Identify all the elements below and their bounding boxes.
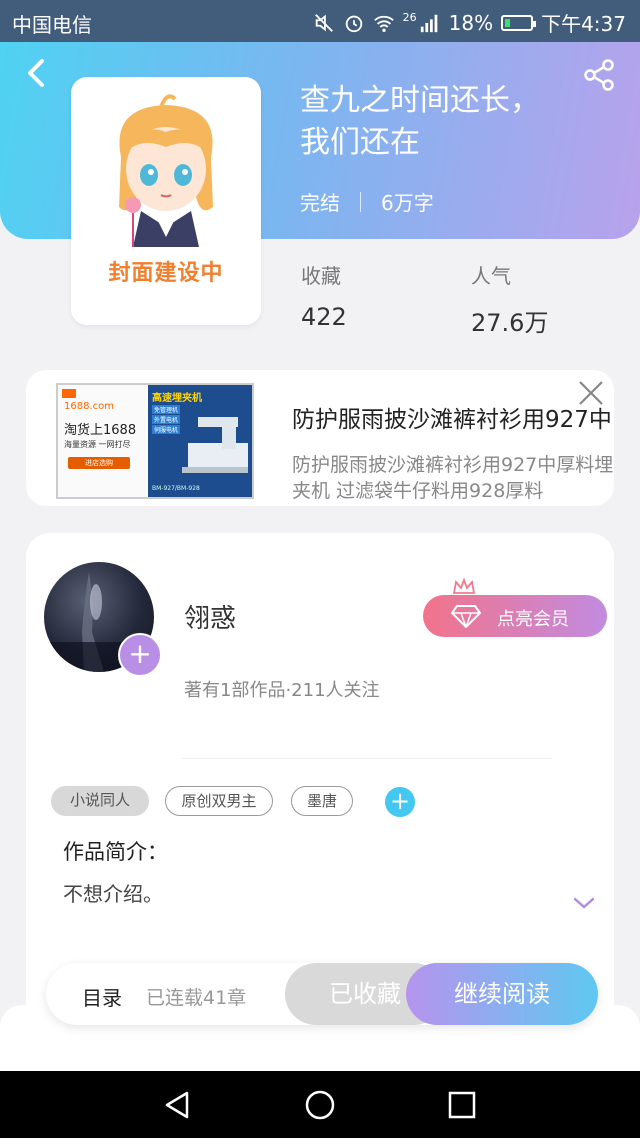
ad-image-sub: 海量资源 一网打尽: [64, 440, 131, 449]
tag-item[interactable]: 原创双男主: [165, 786, 273, 816]
tag-item[interactable]: 小说同人: [51, 786, 149, 816]
book-title: 查九之时间还长， 我们还在: [300, 80, 620, 164]
nav-back-icon[interactable]: [161, 1089, 193, 1121]
popularity-value: 27.6万: [471, 309, 549, 337]
author-divider: [182, 758, 552, 759]
intro-heading: 作品简介：: [63, 840, 168, 864]
ad-description: 防护服雨披沙滩裤衬衫用927中厚料埋夹机 过滤袋牛仔料用928厚料: [292, 454, 614, 502]
nav-recents-icon[interactable]: [446, 1089, 478, 1121]
signal-icon: [420, 14, 437, 32]
ad-image-product: 高速埋夹机: [152, 393, 202, 404]
ad-title[interactable]: 防护服雨披沙滩裤衬衫用927中: [292, 400, 612, 434]
popularity-label: 人气: [471, 264, 511, 288]
ad-image-feature1: 免管理机: [152, 405, 181, 414]
book-title-line1: 查九之时间还长，: [300, 83, 540, 118]
popularity-stat: 人气 27.6万: [471, 260, 548, 338]
follow-author-button[interactable]: +: [118, 633, 162, 677]
author-info: 著有1部作品·211人关注: [184, 680, 380, 701]
close-icon[interactable]: [576, 378, 606, 408]
chapter-count[interactable]: 已连载41章: [146, 983, 246, 1010]
ad-card[interactable]: 1688.com 淘货上1688 海量资源 一网打尽 进店选购 高速埋夹机 免管…: [26, 370, 614, 506]
diamond-icon: [451, 605, 481, 628]
network-type: 26: [402, 11, 417, 24]
book-cover[interactable]: 封面建设中: [71, 77, 261, 325]
ad-image[interactable]: 1688.com 淘货上1688 海量资源 一网打尽 进店选购 高速埋夹机 免管…: [56, 383, 254, 499]
author-name[interactable]: 翎惑: [184, 598, 236, 635]
catalog-button[interactable]: 目录: [82, 982, 122, 1011]
battery-icon: [501, 14, 537, 31]
crown-icon: [452, 577, 476, 594]
book-meta: 完结 6万字: [300, 187, 434, 216]
carrier-name: 中国电信: [12, 13, 92, 37]
chevron-down-icon[interactable]: [572, 895, 596, 911]
ad-image-feature3: 伺服电机: [152, 425, 181, 434]
book-status: 完结: [300, 191, 340, 215]
tag-item[interactable]: 墨唐: [291, 786, 353, 816]
wifi-icon: [373, 15, 394, 32]
add-tag-button[interactable]: +: [385, 787, 415, 817]
anime-girl-illustration: [119, 94, 213, 247]
nav-home-icon[interactable]: [304, 1089, 336, 1121]
favorites-value: 422: [301, 303, 347, 331]
sewing-machine-illustration: [182, 417, 248, 473]
mute-icon: [314, 13, 333, 32]
word-count: 6万字: [381, 191, 434, 215]
intro-text: 不想介绍。: [63, 882, 163, 906]
ad-image-feature2: 外置电机: [152, 415, 181, 424]
favorites-label: 收藏: [301, 264, 341, 288]
ad-image-cta: 进店选购: [68, 457, 130, 469]
status-bar: 中国电信 26 18% 下午4:37: [0, 0, 640, 42]
back-icon[interactable]: [22, 56, 52, 90]
battery-percent: 18%: [448, 10, 494, 35]
ad-image-headline: 淘货上1688: [64, 423, 137, 438]
vip-button-label: 点亮会员: [497, 609, 569, 630]
favorites-stat: 收藏 422: [301, 260, 347, 331]
continue-reading-button[interactable]: 继续阅读: [406, 963, 598, 1025]
vip-button[interactable]: 点亮会员: [423, 595, 607, 637]
cover-placeholder-text: 封面建设中: [108, 261, 224, 286]
meta-divider: [360, 191, 361, 212]
clock: 下午4:37: [541, 12, 626, 36]
ad-image-model: BM-927/BM-928: [152, 485, 200, 492]
alarm-icon: [345, 15, 362, 32]
book-title-line2: 我们还在: [300, 125, 420, 160]
ad-image-site: 1688.com: [64, 401, 114, 412]
